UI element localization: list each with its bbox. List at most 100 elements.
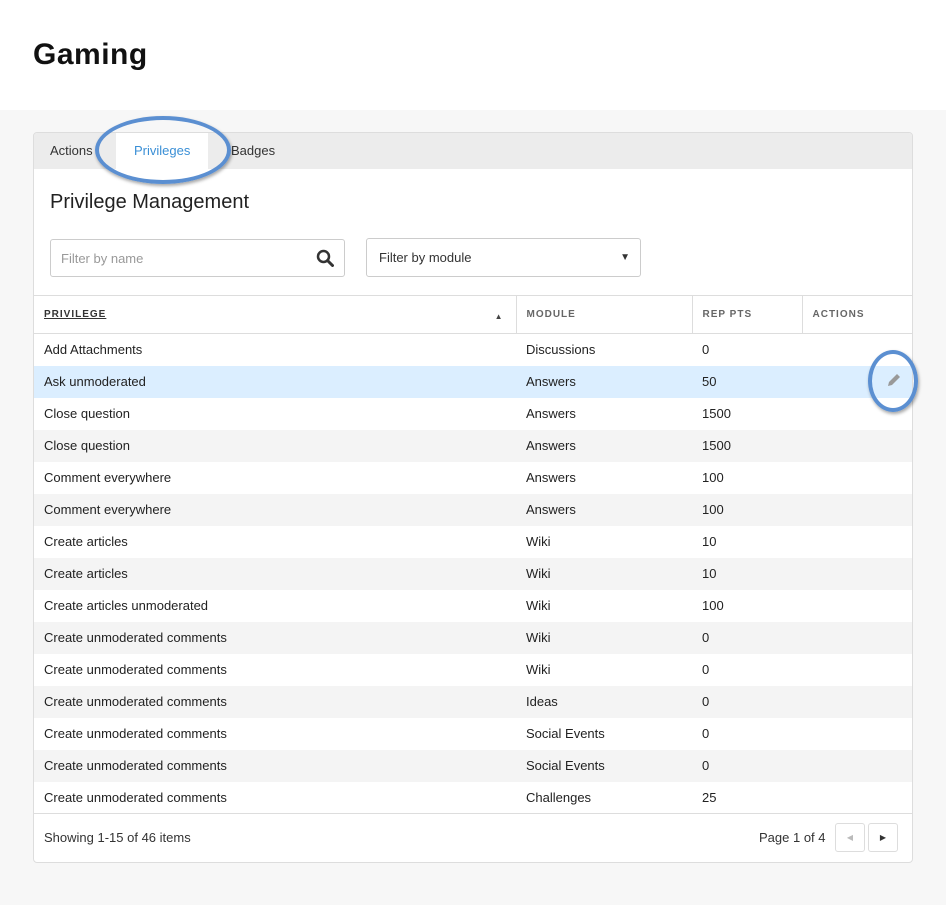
module-cell: Wiki	[516, 557, 692, 590]
sort-asc-icon: ▲	[494, 312, 504, 321]
table-row[interactable]: Add Attachments Discussions 0	[34, 334, 912, 366]
table-row[interactable]: Close question Answers 1500	[34, 429, 912, 462]
rep-pts-cell: 100	[692, 493, 802, 526]
module-cell: Challenges	[526, 790, 592, 805]
privilege-cell: Create articles	[44, 534, 128, 549]
rep-pts-cell: 1500	[692, 429, 802, 462]
table-row[interactable]: Comment everywhere Answers 100	[34, 462, 912, 494]
actions-cell	[802, 365, 912, 398]
rep-pts-cell: 0	[692, 621, 802, 654]
module-cell: Wiki	[526, 534, 551, 549]
column-header-actions: ACTIONS	[801, 295, 912, 334]
actions-cell	[802, 685, 912, 718]
rep-pts-cell: 10	[692, 557, 802, 590]
page-title: Gaming	[33, 38, 148, 71]
table-row[interactable]: Create unmoderated comments Social Events…	[34, 749, 912, 782]
table-footer: Showing 1-15 of 46 items Page 1 of 4 ◀ ▶	[34, 813, 912, 862]
table-row[interactable]: Create unmoderated comments Ideas 0	[34, 685, 912, 718]
rep-pts-cell: 0	[692, 749, 802, 782]
rep-pts-cell: 1500	[702, 406, 731, 421]
actions-cell	[802, 782, 912, 814]
tab-privileges[interactable]: Privileges	[116, 133, 209, 169]
actions-cell	[802, 590, 912, 622]
actions-cell	[802, 749, 912, 782]
table-row[interactable]: Create articles unmoderated Wiki 100	[34, 590, 912, 622]
module-cell: Wiki	[516, 621, 692, 654]
table-row[interactable]: Comment everywhere Answers 100	[34, 493, 912, 526]
module-cell: Wiki	[526, 662, 551, 677]
column-header-privilege[interactable]: PRIVILEGE ▲	[34, 295, 516, 334]
module-cell: Social Events	[526, 726, 605, 741]
privilege-cell: Close question	[44, 406, 130, 421]
caret-down-icon: ▼	[620, 252, 630, 263]
module-cell: Social Events	[516, 749, 692, 782]
module-cell: Answers	[526, 406, 576, 421]
tab-actions[interactable]: Actions	[50, 133, 93, 169]
privilege-cell: Add Attachments	[44, 342, 143, 358]
prev-page-button[interactable]: ◀	[835, 823, 865, 852]
privilege-cell: Comment everywhere	[44, 470, 172, 485]
rep-pts-cell: 0	[702, 662, 710, 677]
rep-pts-cell: 25	[702, 790, 717, 805]
actions-cell	[802, 462, 912, 494]
actions-cell	[802, 493, 912, 526]
module-cell: Answers	[516, 429, 692, 462]
table-row[interactable]: Create unmoderated comments Challenges 25	[34, 782, 912, 814]
rep-pts-cell: 0	[702, 726, 710, 741]
table-row[interactable]: Create unmoderated comments Wiki 0	[34, 654, 912, 686]
module-cell: Answers	[516, 365, 692, 398]
rep-pts-cell: 100	[702, 470, 724, 485]
privilege-cell: Create articles unmoderated	[44, 598, 209, 613]
privilege-cell: Create unmoderated comments	[44, 790, 227, 805]
actions-cell	[802, 429, 912, 462]
privilege-cell: Create unmoderated comments	[34, 685, 516, 718]
page-indicator: Page 1 of 4	[759, 830, 826, 845]
tab-bar: Actions Privileges Badges	[34, 133, 912, 169]
actions-cell	[802, 398, 912, 430]
rep-pts-cell: 10	[702, 534, 717, 549]
rep-pts-cell: 0	[692, 685, 802, 718]
table-row[interactable]: Create unmoderated comments Social Events…	[34, 718, 912, 750]
privilege-cell: Create unmoderated comments	[34, 621, 516, 654]
module-cell: Answers	[526, 470, 576, 485]
actions-cell	[802, 526, 912, 558]
column-header-rep-pts: REP PTS	[691, 295, 802, 334]
item-count: Showing 1-15 of 46 items	[44, 830, 191, 845]
privilege-cell: Comment everywhere	[34, 493, 516, 526]
edit-pencil-icon[interactable]	[886, 372, 902, 388]
table-row[interactable]: Create articles Wiki 10	[34, 526, 912, 558]
table-row[interactable]: Close question Answers 1500	[34, 398, 912, 430]
privilege-cell: Create unmoderated comments	[44, 662, 227, 677]
privileges-table: PRIVILEGE ▲ MODULE REP PTS ACTIONS Add At…	[34, 295, 912, 814]
next-page-button[interactable]: ▶	[868, 823, 898, 852]
rep-pts-cell: 100	[702, 598, 724, 613]
actions-cell	[802, 718, 912, 750]
section-title: Privilege Management	[50, 191, 249, 213]
filter-module-value: Filter by module	[379, 250, 472, 265]
module-cell: Answers	[516, 493, 692, 526]
privileges-panel: Actions Privileges Badges Privilege Mana…	[33, 132, 913, 863]
module-cell: Wiki	[526, 598, 551, 613]
privilege-cell: Create unmoderated comments	[44, 726, 227, 741]
table-row[interactable]: Create articles Wiki 10	[34, 557, 912, 590]
filter-module-select[interactable]: Filter by module ▼	[366, 238, 641, 277]
table-row[interactable]: Ask unmoderated Answers 50	[34, 365, 912, 398]
actions-cell	[802, 654, 912, 686]
privilege-cell: Close question	[34, 429, 516, 462]
privilege-cell: Create articles	[34, 557, 516, 590]
privilege-cell: Create unmoderated comments	[34, 749, 516, 782]
column-header-module: MODULE	[515, 295, 692, 334]
privilege-cell: Ask unmoderated	[34, 365, 516, 398]
rep-pts-cell: 0	[702, 342, 710, 358]
filter-name-input[interactable]	[50, 239, 345, 277]
table-row[interactable]: Create unmoderated comments Wiki 0	[34, 621, 912, 654]
page-header: Gaming	[0, 0, 946, 110]
actions-cell	[802, 621, 912, 654]
search-icon[interactable]	[316, 249, 334, 267]
actions-cell	[802, 334, 912, 366]
tab-badges[interactable]: Badges	[231, 133, 275, 169]
actions-cell	[802, 557, 912, 590]
rep-pts-cell: 50	[692, 365, 802, 398]
module-cell: Discussions	[526, 342, 596, 358]
module-cell: Ideas	[516, 685, 692, 718]
